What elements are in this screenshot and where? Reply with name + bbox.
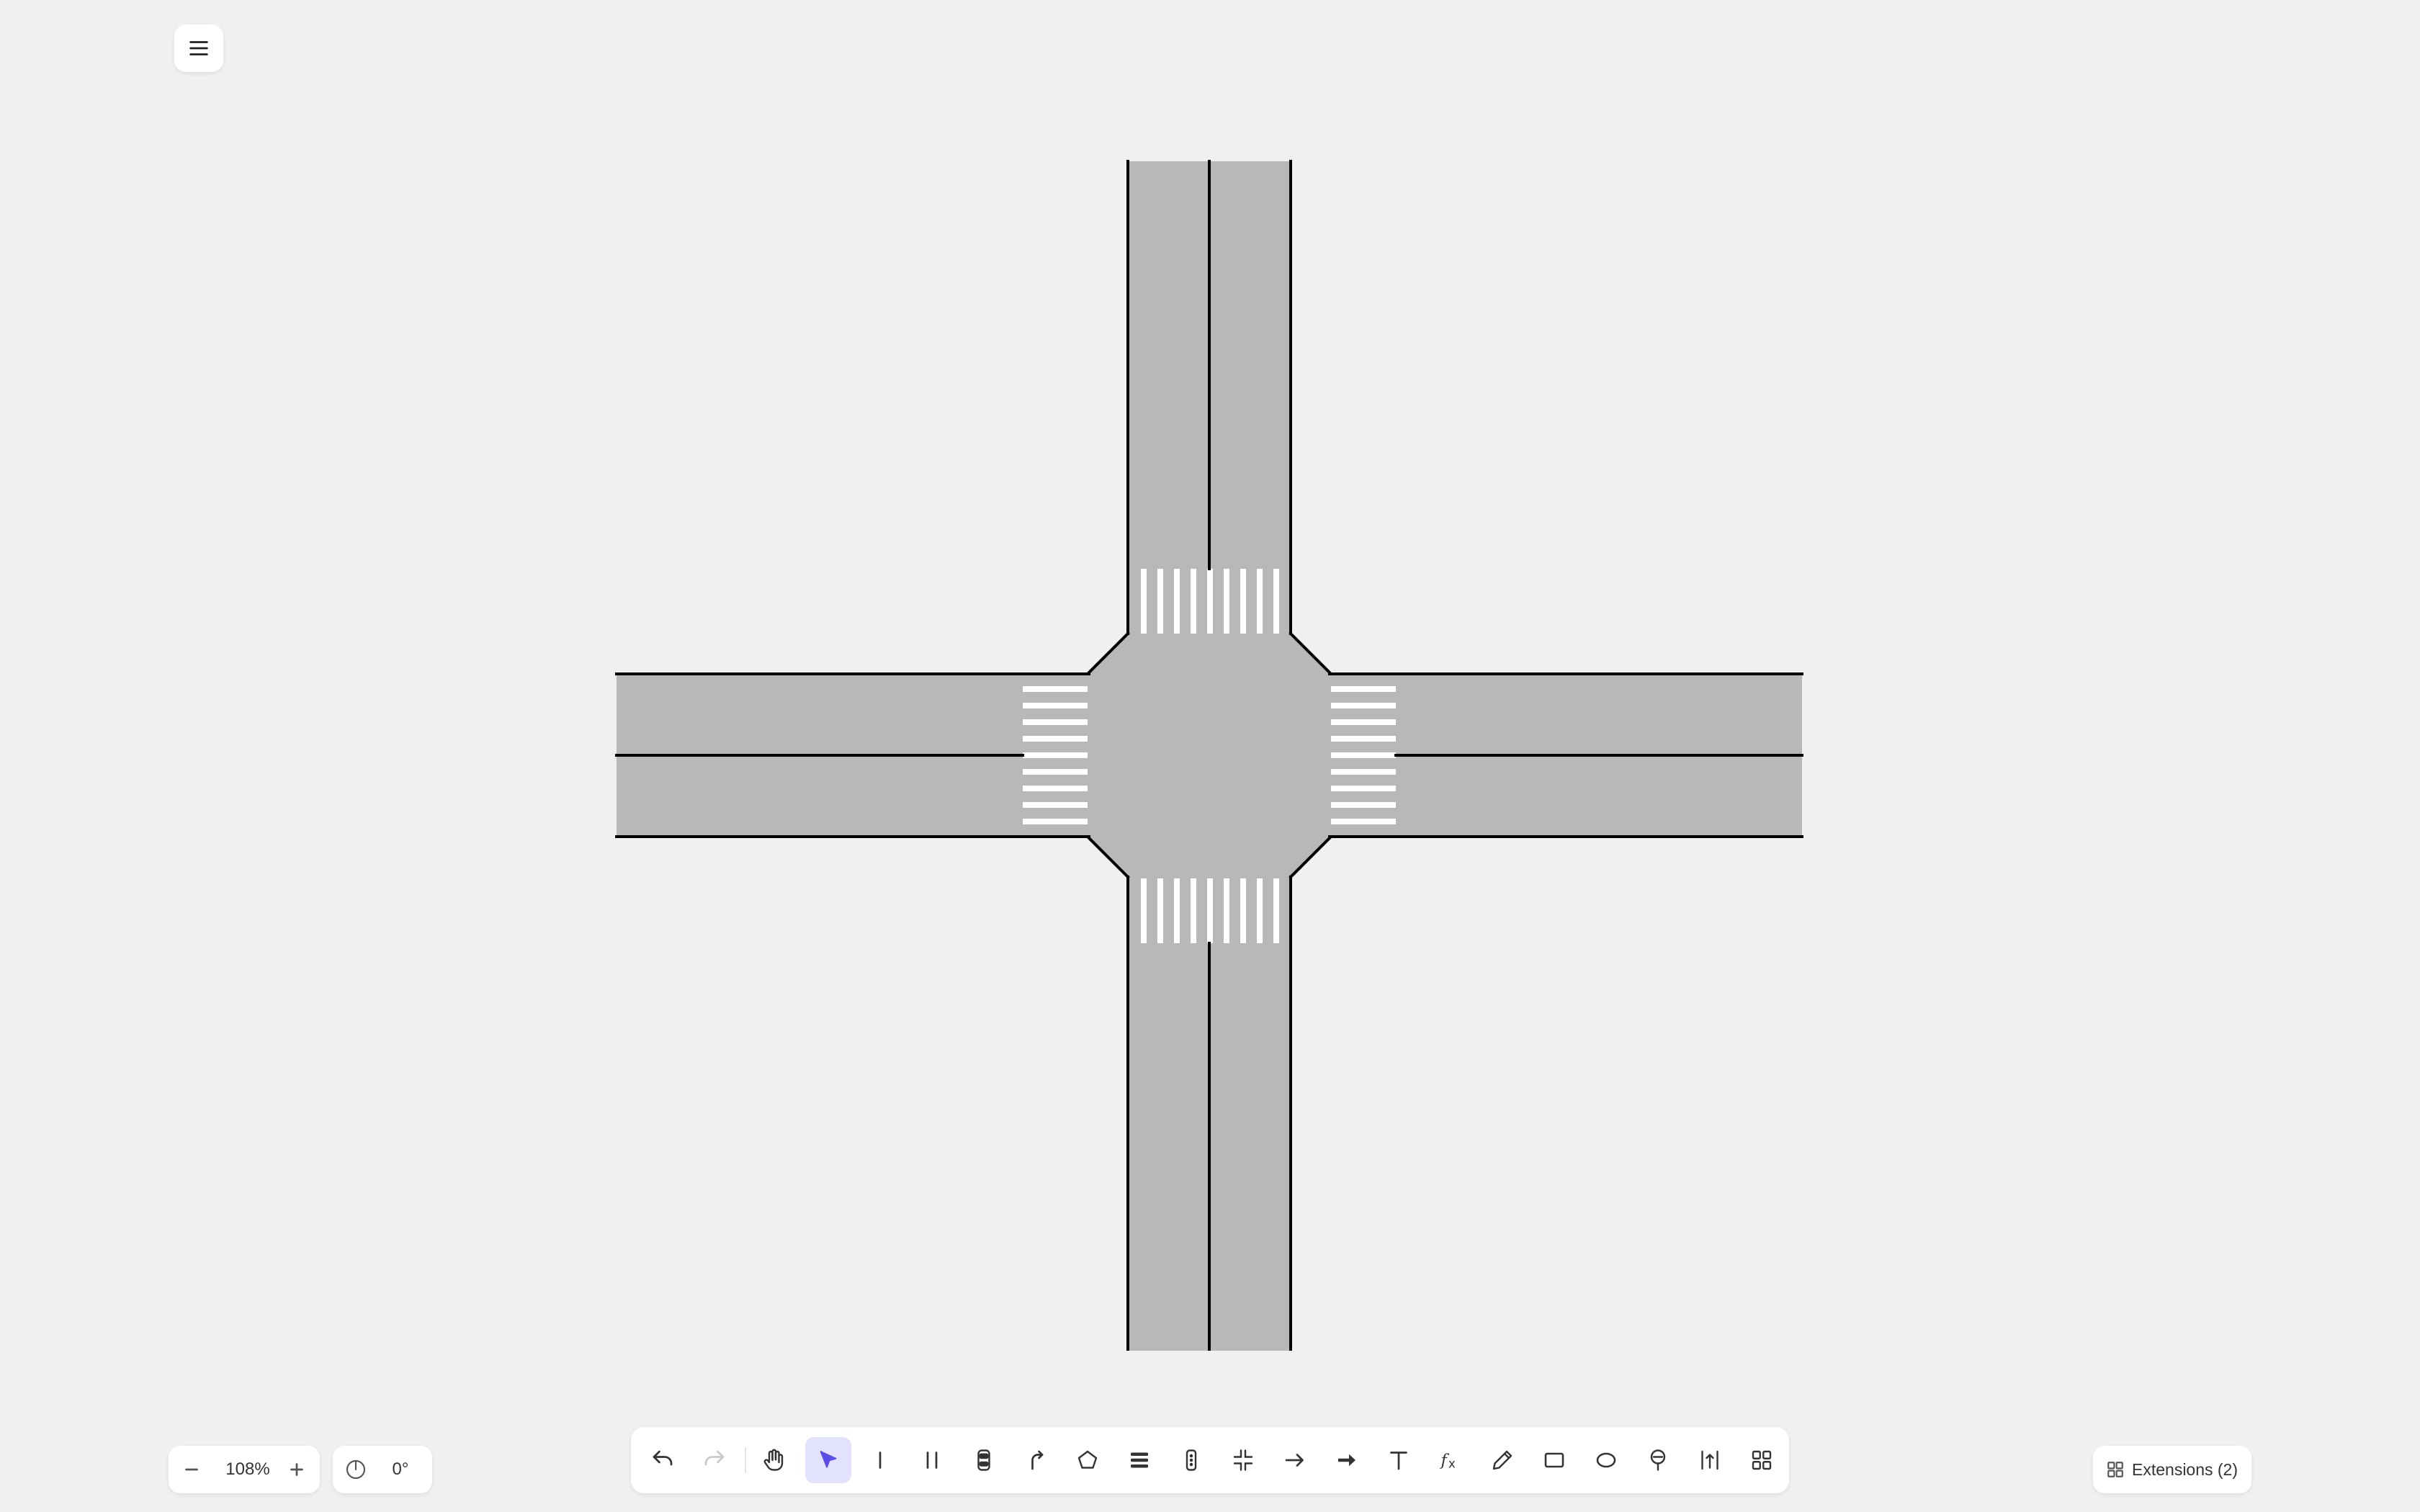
single-line-road-icon [879, 1452, 882, 1469]
plus-icon [290, 1463, 303, 1476]
hamburger-menu-icon [187, 36, 211, 60]
svg-text:x: x [1448, 1457, 1456, 1471]
crosswalk-east[interactable] [1331, 686, 1396, 824]
crosswalk-tool-button[interactable] [1116, 1437, 1162, 1483]
turn-path-button[interactable] [1013, 1437, 1059, 1483]
rectangle-icon [1544, 1452, 1564, 1468]
minus-icon [185, 1468, 198, 1471]
measure-tool-button[interactable] [1687, 1437, 1733, 1483]
crosswalk-north[interactable] [1141, 569, 1279, 634]
double-line-road-icon [926, 1452, 938, 1469]
rotation-control[interactable]: 0° [333, 1446, 432, 1493]
compass-rotate-icon [344, 1458, 367, 1481]
thin-arrow-button[interactable] [1272, 1437, 1318, 1483]
zoom-in-button[interactable] [284, 1457, 310, 1482]
crosswalk-south[interactable] [1141, 878, 1279, 943]
thin-arrow-icon [1285, 1454, 1304, 1467]
text-icon [1390, 1452, 1407, 1470]
undo-icon [653, 1450, 673, 1466]
crosswalk-west[interactable] [1023, 686, 1088, 824]
formula-icon: fx [1440, 1452, 1456, 1471]
traffic-light-icon [1186, 1449, 1197, 1471]
pencil-icon [1492, 1450, 1512, 1470]
main-menu-button[interactable] [174, 24, 223, 72]
rectangle-tool-button[interactable] [1531, 1437, 1577, 1483]
more-tools-button[interactable] [1739, 1437, 1785, 1483]
zoom-control: 108% [169, 1446, 320, 1493]
extensions-button[interactable]: Extensions (2) [2093, 1446, 2251, 1493]
intersection-tool-button[interactable] [1220, 1437, 1266, 1483]
tool-palette: fx [631, 1427, 1789, 1493]
vehicle-tool-button[interactable] [961, 1437, 1007, 1483]
select-arrow-icon [820, 1451, 837, 1468]
zoom-level[interactable]: 108% [212, 1446, 284, 1493]
drawing-canvas[interactable] [0, 0, 2420, 1512]
intersection-drawing[interactable] [615, 160, 1803, 1351]
undo-button[interactable] [640, 1437, 686, 1483]
polygon-tool-button[interactable] [1065, 1437, 1111, 1483]
crosswalk-icon [1131, 1452, 1148, 1468]
grid-more-icon [1752, 1450, 1772, 1470]
redo-icon [704, 1450, 725, 1466]
select-tool-button[interactable] [805, 1437, 851, 1483]
turn-arrow-icon [1031, 1450, 1044, 1470]
ellipse-tool-button[interactable] [1583, 1437, 1629, 1483]
thick-arrow-icon [1338, 1454, 1355, 1467]
signpost-icon [1650, 1449, 1666, 1471]
rotation-value: 0° [392, 1459, 409, 1479]
pencil-tool-button[interactable] [1479, 1437, 1525, 1483]
redo-button[interactable] [691, 1437, 738, 1483]
ellipse-icon [1596, 1452, 1616, 1468]
traffic-light-button[interactable] [1168, 1437, 1214, 1483]
thick-arrow-button[interactable] [1324, 1437, 1370, 1483]
measure-icon [1701, 1450, 1718, 1470]
pentagon-icon [1077, 1450, 1098, 1469]
hand-pan-icon [763, 1449, 784, 1471]
formula-tool-button[interactable]: fx [1428, 1437, 1474, 1483]
toolbar-separator [745, 1447, 746, 1473]
car-icon [977, 1449, 990, 1471]
text-tool-button[interactable] [1376, 1437, 1422, 1483]
signpost-tool-button[interactable] [1635, 1437, 1681, 1483]
hand-tool-button[interactable] [750, 1437, 797, 1483]
intersection-icon [1233, 1449, 1253, 1471]
zoom-out-button[interactable] [179, 1457, 205, 1482]
extensions-label: Extensions (2) [2132, 1460, 2238, 1479]
extensions-grid-icon [2106, 1460, 2125, 1479]
double-line-road-button[interactable] [909, 1437, 955, 1483]
single-line-road-button[interactable] [857, 1437, 903, 1483]
